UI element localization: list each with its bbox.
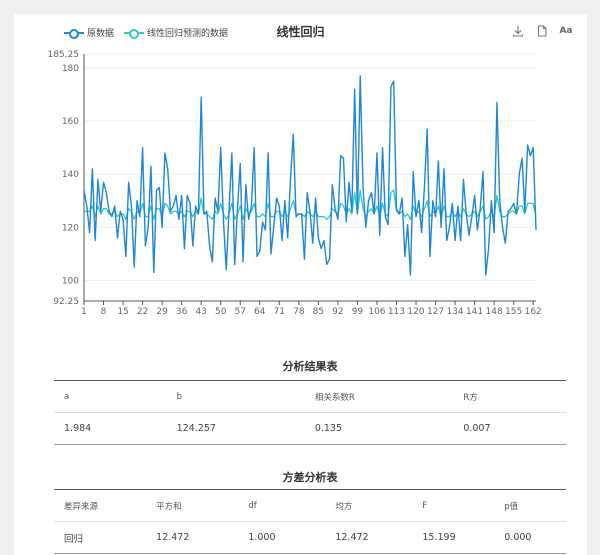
cell-b: 124.257: [166, 412, 305, 445]
cell-r: 0.135: [304, 412, 454, 445]
x-tick-label: 148: [486, 307, 503, 317]
x-tick-label: 99: [352, 307, 364, 317]
x-tick-label: 127: [427, 307, 444, 317]
cell-a: 1.984: [54, 412, 167, 445]
cell-r-squared: 0.007: [453, 412, 566, 445]
analysis-data-row: 1.984 124.257 0.135 0.007: [54, 412, 566, 445]
anova-data-row: 回归 12.472 1.000 12.472 15.199 0.000: [54, 521, 566, 554]
x-tick-label: 106: [368, 307, 385, 317]
y-tick-label: 120: [62, 223, 79, 233]
header-sum-squares: 平方和: [146, 489, 239, 522]
document-icon[interactable]: [535, 24, 549, 38]
header-mean-square: 均方: [325, 489, 413, 522]
x-tick-label: 141: [466, 307, 483, 317]
chart-card: 185.25 180 160 140 120 100 92.25 1 8 15 22 29 36 43 50…: [14, 14, 587, 555]
line-chart: 185.25 180 160 140 120 100 92.251 8 15 22 29 36 43 50…: [48, 50, 542, 317]
series-line-original: [83, 75, 537, 276]
x-tick-label: 71: [274, 307, 285, 317]
download-icon[interactable]: [511, 24, 525, 38]
header-a: a: [54, 380, 167, 413]
anova-table: 差异来源 平方和 df 均方 F p值 回归 12.472 1.000 12.4…: [54, 489, 566, 554]
header-df: df: [238, 489, 326, 522]
analysis-header-row: a b 相关系数R R方: [54, 380, 566, 413]
anova-table-title: 方差分析表: [282, 471, 338, 484]
x-tick-label: 1: [81, 307, 87, 317]
x-tick-label: 92: [332, 307, 343, 317]
cell-df: 1.000: [238, 521, 326, 554]
cell-f: 15.199: [412, 521, 495, 554]
x-tick-label: 50: [215, 307, 227, 317]
y-tick-label: 140: [62, 170, 79, 180]
x-tick-label: 29: [156, 307, 168, 317]
x-tick-label: 43: [195, 307, 206, 317]
header-source: 差异来源: [54, 489, 147, 522]
cell-sum-squares: 12.472: [146, 521, 239, 554]
x-tick-label: 134: [446, 307, 463, 317]
x-tick-label: 113: [388, 307, 405, 317]
header-f: F: [412, 489, 495, 522]
x-tick-label: 78: [293, 307, 305, 317]
y-tick-label: 160: [62, 117, 79, 127]
y-tick-label: 180: [62, 64, 79, 74]
x-tick-label: 57: [235, 307, 246, 317]
chart-title: 线性回归: [276, 25, 325, 39]
analysis-table-title: 分析结果表: [282, 360, 338, 373]
x-tick-label: 85: [313, 307, 324, 317]
x-tick-label: 8: [101, 307, 107, 317]
x-tick-label: 15: [117, 307, 128, 317]
chart-toolbox: Aa: [511, 24, 573, 38]
y-tick-label: 100: [62, 276, 79, 286]
x-tick-label: 155: [505, 307, 522, 317]
header-r-squared: R方: [453, 380, 566, 413]
cell-p-value: 0.000: [494, 521, 566, 554]
header-b: b: [166, 380, 305, 413]
x-tick-label: 36: [176, 307, 188, 317]
font-toggle-button[interactable]: Aa: [559, 24, 573, 38]
header-p-value: p值: [494, 489, 566, 522]
x-tick-label: 162: [525, 307, 542, 317]
header-r: 相关系数R: [304, 380, 454, 413]
y-tick-label: 92.25: [53, 297, 79, 307]
cell-mean-square: 12.472: [325, 521, 413, 554]
x-tick-label: 120: [407, 307, 424, 317]
y-tick-label: 185.25: [48, 50, 80, 60]
x-tick-label: 22: [137, 307, 148, 317]
anova-header-row: 差异来源 平方和 df 均方 F p值: [54, 489, 566, 522]
cell-source: 回归: [54, 521, 147, 554]
x-tick-label: 64: [254, 307, 266, 317]
analysis-table: a b 相关系数R R方 1.984 124.257 0.135 0.007: [54, 380, 566, 445]
